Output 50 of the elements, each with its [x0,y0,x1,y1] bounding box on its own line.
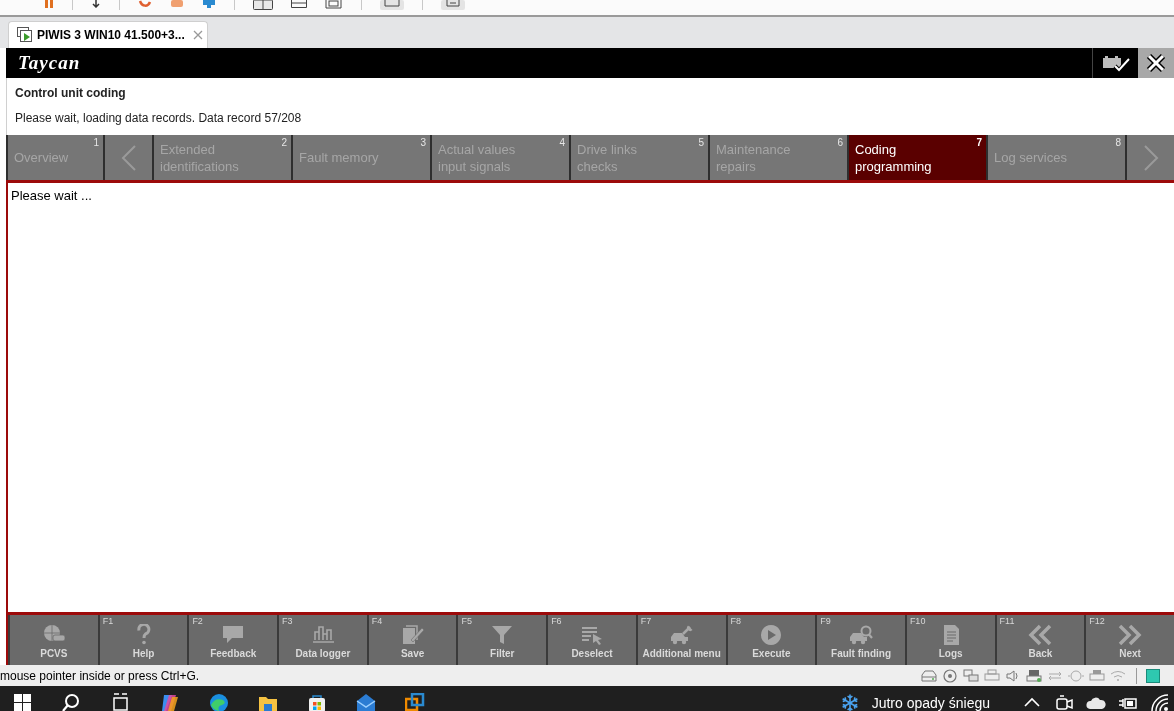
printer-icon [1088,668,1106,683]
search-icon[interactable] [62,693,82,711]
car-magnifier-icon [849,624,874,646]
monitor-icon[interactable] [202,0,216,8]
window-restore-icon[interactable] [325,0,343,9]
car-wrench-icon [669,624,694,646]
network-icon [962,668,980,683]
printer-icon [983,668,1001,683]
task-view-icon[interactable] [111,693,131,711]
disc-icon [941,668,959,683]
loading-text: Please wait ... [11,188,93,203]
swirl-browser-icon[interactable] [209,693,229,711]
status-text: mouse pointer inside or press Ctrl+G. [0,668,200,683]
shopping-bag-icon[interactable] [307,693,327,711]
window-play-icon [17,27,33,43]
usb-device-icon [1025,668,1043,683]
model-logo: Taycan [17,52,81,74]
double-chevron-left-icon [1028,624,1053,646]
overlapping-squares-icon[interactable] [405,693,425,711]
page-title: Control unit coding [15,86,127,101]
window-icon[interactable] [291,0,307,8]
chevron-left-icon [120,144,137,171]
list-cursor-icon [579,624,604,646]
status-message: Please wait, loading data records. Data record 57/208 [15,111,303,126]
vm-tab[interactable]: PIWIS 3 WIN10 41.500+3... [8,21,208,48]
camera-icon [1067,668,1085,683]
split-window-icon[interactable] [253,0,273,10]
close-icon [1146,53,1166,73]
camera-icon[interactable] [1054,693,1074,711]
battery-check-icon [1101,54,1130,72]
wifi-icon[interactable] [1150,693,1170,711]
snowflake-icon[interactable] [839,693,860,711]
hard-drive-icon [920,668,938,683]
close-icon[interactable] [192,30,203,40]
bar-chart-icon [310,624,335,646]
down-arrow-icon[interactable] [91,0,101,8]
speech-bubble-icon [221,624,246,646]
pause-icon[interactable] [44,0,54,8]
wifi-signal-icon [1109,668,1127,683]
close-button[interactable] [1138,48,1174,78]
square-icon[interactable] [1146,668,1160,683]
document-pen-icon [400,624,425,646]
weather-text[interactable]: Jutro opady śniegu [871,694,990,711]
chevron-right-icon [1142,144,1159,171]
double-chevron-right-icon [1118,624,1143,646]
sparkle-app-icon[interactable] [160,693,180,711]
envelope-icon[interactable] [356,693,376,711]
windows-start-icon[interactable] [13,693,33,711]
funnel-icon [490,624,515,646]
play-icon [759,624,784,646]
